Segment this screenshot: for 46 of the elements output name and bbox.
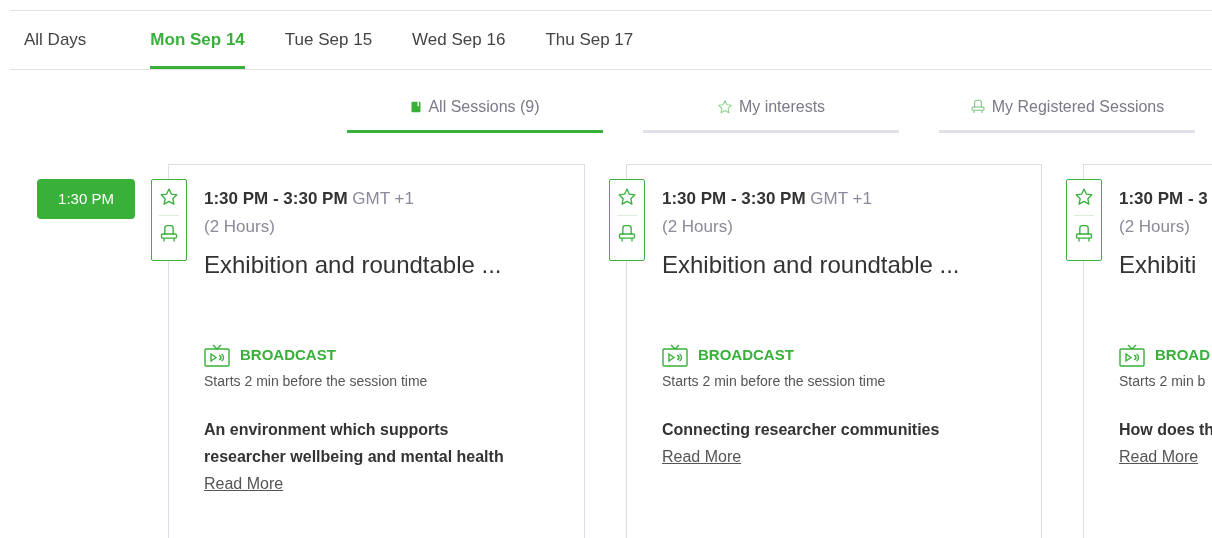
- session-time: 1:30 PM - 3:30 PM GMT +1: [204, 188, 415, 210]
- seat-icon: [969, 99, 986, 115]
- session-filter-tab[interactable]: My Registered Sessions: [939, 84, 1195, 133]
- session-duration: (2 Hours): [204, 216, 275, 238]
- star-icon: [617, 187, 637, 207]
- favorite-button[interactable]: [159, 187, 179, 207]
- session-time: 1:30 PM - 3: [1119, 188, 1209, 210]
- session-type: BROADCAST: [240, 344, 336, 365]
- session-duration: (2 Hours): [662, 216, 733, 238]
- broadcast-tv-icon: [662, 343, 688, 367]
- read-more-link[interactable]: Read More: [204, 472, 284, 496]
- session-type: BROAD: [1155, 344, 1210, 365]
- day-tab[interactable]: Wed Sep 16: [412, 11, 506, 69]
- session-filter-tab[interactable]: All Sessions (9): [347, 84, 603, 133]
- seat-icon: [159, 224, 179, 244]
- register-button[interactable]: [1074, 224, 1094, 244]
- star-icon: [1074, 187, 1094, 207]
- book-icon: [410, 99, 423, 115]
- session-time: 1:30 PM - 3:30 PM GMT +1: [662, 188, 873, 210]
- seat-icon: [1074, 224, 1094, 244]
- star-icon: [159, 187, 179, 207]
- session-type: BROADCAST: [698, 344, 794, 365]
- favorite-button[interactable]: [1074, 187, 1094, 207]
- session-filter-tab[interactable]: My interests: [643, 84, 899, 133]
- session-note: Starts 2 min before the session time: [204, 372, 428, 391]
- favorite-button[interactable]: [617, 187, 637, 207]
- read-more-link[interactable]: Read More: [1119, 445, 1199, 469]
- star-icon: [716, 99, 733, 115]
- time-slot-label: 1:30 PM: [37, 179, 135, 219]
- session-title: Exhibition and roundtable ...: [662, 250, 960, 280]
- session-title: Exhibiti: [1119, 250, 1197, 280]
- session-summary: Connecting researcher communities: [662, 420, 941, 440]
- broadcast-tv-icon: [204, 343, 230, 367]
- register-button[interactable]: [617, 224, 637, 244]
- broadcast-tv-icon: [1119, 343, 1145, 367]
- day-tab[interactable]: All Days: [24, 11, 87, 69]
- seat-icon: [617, 224, 637, 244]
- session-title: Exhibition and roundtable ...: [204, 250, 502, 280]
- session-note: Starts 2 min before the session time: [662, 372, 886, 391]
- session-summary: An environment which supports researcher wellbeing and mental health: [204, 420, 505, 467]
- day-tab[interactable]: Tue Sep 15: [284, 11, 373, 69]
- session-note: Starts 2 min b: [1119, 372, 1206, 391]
- register-button[interactable]: [159, 224, 179, 244]
- session-duration: (2 Hours): [1119, 216, 1190, 238]
- day-tab[interactable]: Thu Sep 17: [545, 11, 634, 69]
- read-more-link[interactable]: Read More: [662, 445, 742, 469]
